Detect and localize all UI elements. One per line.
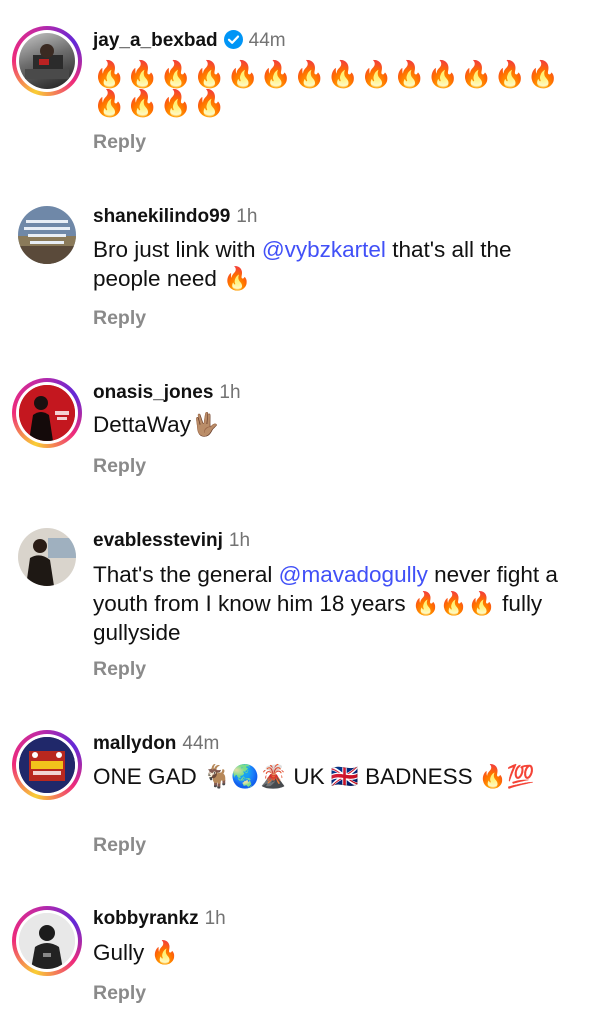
mention-link[interactable]: @mavadogully — [279, 562, 428, 587]
comment-text: Gully 🔥 — [93, 940, 179, 965]
timestamp: 1h — [204, 908, 226, 929]
reply-button[interactable]: Reply — [93, 131, 146, 154]
verified-badge-icon — [223, 30, 243, 49]
reply-button[interactable]: Reply — [93, 982, 146, 1005]
reply-button[interactable]: Reply — [93, 658, 146, 681]
mention-link[interactable]: @vybzkartel — [262, 237, 386, 262]
comment-text: DettaWay🖖🏽 — [93, 412, 219, 437]
username[interactable]: jay_a_bexbad — [93, 30, 218, 51]
comment-text: 🔥🔥🔥🔥🔥🔥🔥🔥🔥🔥🔥🔥🔥🔥🔥🔥🔥🔥 — [93, 59, 561, 118]
comment-header: jay_a_bexbad 44m — [93, 30, 286, 52]
avatar[interactable] — [12, 378, 82, 448]
timestamp: 1h — [236, 206, 258, 227]
timestamp: 44m — [248, 30, 286, 51]
comment-text: ONE GAD 🐐🌏🌋 UK 🇬🇧 BADNESS 🔥💯 — [93, 764, 535, 789]
avatar[interactable] — [12, 730, 82, 800]
avatar[interactable] — [12, 26, 82, 96]
comment-header: onasis_jones 1h — [93, 382, 241, 404]
username[interactable]: kobbyrankz — [93, 908, 199, 929]
comment-header: mallydon 44m — [93, 733, 219, 755]
username[interactable]: mallydon — [93, 733, 176, 754]
avatar[interactable] — [18, 528, 76, 586]
timestamp: 1h — [219, 382, 241, 403]
comment-text: Bro just link with @vybzkartel that's al… — [93, 237, 512, 291]
comment-header: shanekilindo99 1h — [93, 206, 257, 228]
avatar[interactable] — [18, 206, 76, 264]
username[interactable]: shanekilindo99 — [93, 206, 230, 227]
comment-header: kobbyrankz 1h — [93, 908, 226, 930]
comment-header: evablesstevinj 1h — [93, 530, 250, 552]
reply-button[interactable]: Reply — [93, 455, 146, 478]
comment-text: That's the general @mavadogully never fi… — [93, 562, 558, 645]
avatar[interactable] — [12, 906, 82, 976]
username[interactable]: evablesstevinj — [93, 530, 223, 551]
timestamp: 1h — [228, 530, 251, 551]
reply-button[interactable]: Reply — [93, 834, 146, 857]
reply-button[interactable]: Reply — [93, 307, 146, 330]
timestamp: 44m — [182, 733, 220, 754]
username[interactable]: onasis_jones — [93, 382, 213, 403]
